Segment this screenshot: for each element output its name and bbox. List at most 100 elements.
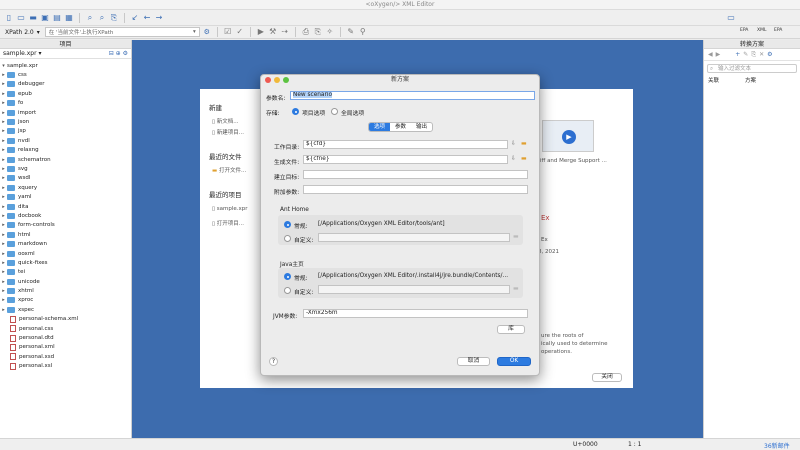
spell-check-icon[interactable]: ✓ <box>235 27 245 37</box>
tree-folder[interactable]: ▸ nvdl <box>0 136 131 145</box>
store-project-radio[interactable] <box>292 108 299 115</box>
column-scenario[interactable]: 方案 <box>745 76 756 84</box>
ant-default-radio[interactable] <box>284 221 291 228</box>
profile-icon[interactable]: ⎘ <box>313 27 323 37</box>
tree-folder[interactable]: ▸ dita <box>0 202 131 211</box>
perspective-debug[interactable]: EPA <box>774 28 782 33</box>
tree-folder[interactable]: ▸ fo <box>0 99 131 108</box>
replace-icon[interactable]: ⎘ <box>109 13 119 23</box>
run-transform-icon[interactable]: ▶ <box>256 27 266 37</box>
tree-folder[interactable]: ▸ schematron <box>0 155 131 164</box>
tree-folder[interactable]: ▸ svg <box>0 164 131 173</box>
store-global-radio[interactable] <box>331 108 338 115</box>
tree-folder[interactable]: ▸ import <box>0 108 131 117</box>
open-folder-icon[interactable]: ▬ <box>28 13 38 23</box>
java-custom-input[interactable] <box>318 285 510 294</box>
buildfile-input[interactable]: ${cfne} <box>303 155 508 164</box>
duplicate-icon[interactable]: ⎘ <box>751 51 756 59</box>
ok-button[interactable]: OK <box>497 357 531 366</box>
tree-root[interactable]: ▾ sample.xpr <box>0 61 131 70</box>
tree-folder[interactable]: ▸ xproc <box>0 296 131 305</box>
browse-folder-icon[interactable]: ▬ <box>521 155 527 162</box>
jvm-args-input[interactable]: -Xmx256m <box>303 309 528 318</box>
java-custom-radio[interactable] <box>284 287 291 294</box>
save-icon[interactable]: ▣ <box>40 13 50 23</box>
browse-folder-icon[interactable]: ▬ <box>513 285 519 292</box>
pin-icon[interactable]: ⚲ <box>358 27 368 37</box>
cancel-button[interactable]: 取消 <box>457 357 490 366</box>
save-all-icon[interactable]: ▤ <box>52 13 62 23</box>
configure-transform-icon[interactable]: ⚒ <box>268 27 278 37</box>
ant-custom-radio[interactable] <box>284 235 291 242</box>
new-project-link[interactable]: ▯ 新建项目... <box>212 128 244 136</box>
debug-icon[interactable]: ⎙ <box>301 27 311 37</box>
edit-icon[interactable]: ✎ <box>346 27 356 37</box>
tree-folder[interactable]: ▸ xspec <box>0 305 131 314</box>
close-window-icon[interactable] <box>265 77 271 83</box>
browse-folder-icon[interactable]: ▬ <box>513 233 519 240</box>
insert-variable-icon[interactable]: ⇩ <box>511 140 516 147</box>
help-icon[interactable]: ? <box>269 357 278 366</box>
perspective-editor[interactable]: EPA <box>740 28 748 33</box>
perspective-xml[interactable]: XML <box>757 28 766 33</box>
tree-folder[interactable]: ▸ epub <box>0 89 131 98</box>
column-association[interactable]: 关联 <box>708 76 719 84</box>
tree-folder[interactable]: ▸ quick-fixes <box>0 258 131 267</box>
tree-folder[interactable]: ▸ xhtml <box>0 286 131 295</box>
tree-file[interactable]: personal.dtd <box>0 333 131 342</box>
name-input[interactable]: New scenario <box>290 91 535 100</box>
target-input[interactable] <box>303 170 528 179</box>
library-button[interactable]: 库 <box>497 325 525 334</box>
project-file-selector[interactable]: sample.xpr ▾ ⊟ ⊕ ⚙ <box>0 49 131 59</box>
settings-icon[interactable]: ⚙ <box>767 51 772 58</box>
tree-folder[interactable]: ▸ tei <box>0 268 131 277</box>
layout-icon[interactable]: ▭ <box>726 13 736 23</box>
xpath-input[interactable]: 在 '当前文件'上执行XPath ▾ <box>44 27 200 37</box>
insert-variable-icon[interactable]: ⇩ <box>511 155 516 162</box>
new-file-icon[interactable]: ▯ <box>4 13 14 23</box>
minimize-window-icon[interactable] <box>274 77 280 83</box>
tree-folder[interactable]: ▸ yaml <box>0 192 131 201</box>
tools-icon[interactable]: ✧ <box>325 27 335 37</box>
print-icon[interactable]: ▦ <box>64 13 74 23</box>
project-actions-icon[interactable]: ⊟ ⊕ ⚙ <box>109 50 128 57</box>
tab-parameters[interactable]: 参数 <box>390 123 411 131</box>
updates-indicator[interactable]: 36新邮件 <box>764 441 790 450</box>
tree-folder[interactable]: ▸ html <box>0 230 131 239</box>
xpath-settings-icon[interactable]: ⚙ <box>202 27 212 37</box>
tree-file[interactable]: personal.xsl <box>0 362 131 371</box>
video-thumbnail[interactable]: ▶ <box>542 120 594 152</box>
tab-options[interactable]: 选项 <box>369 123 391 131</box>
forward-icon[interactable]: ▶ <box>716 51 721 58</box>
tree-folder[interactable]: ▸ json <box>0 117 131 126</box>
tree-file[interactable]: personal.css <box>0 324 131 333</box>
tree-file[interactable]: personal-schema.xml <box>0 315 131 324</box>
tree-folder[interactable]: ▸ debugger <box>0 80 131 89</box>
tree-folder[interactable]: ▸ markdown <box>0 239 131 248</box>
delete-icon[interactable]: ✕ <box>759 51 764 58</box>
filter-input[interactable]: ⌕ 输入过滤文本 <box>707 64 797 73</box>
maximize-window-icon[interactable] <box>283 77 289 83</box>
edit-icon[interactable]: ✎ <box>743 51 748 58</box>
tree-folder[interactable]: ▸ docbook <box>0 211 131 220</box>
tree-folder[interactable]: ▸ css <box>0 70 131 79</box>
xpath-version-select[interactable]: XPath 2.0 ▾ <box>2 27 43 37</box>
apply-scenario-icon[interactable]: ⇢ <box>280 27 290 37</box>
back-icon[interactable]: ◀ <box>708 51 713 58</box>
tree-file[interactable]: personal.xsd <box>0 352 131 361</box>
tab-output[interactable]: 输出 <box>411 123 432 131</box>
browse-folder-icon[interactable]: ▬ <box>521 140 527 147</box>
tree-folder[interactable]: ▸ form-controls <box>0 221 131 230</box>
collapse-icon[interactable]: ↙ <box>130 13 140 23</box>
tree-folder[interactable]: ▸ unicode <box>0 277 131 286</box>
new-folder-icon[interactable]: ▭ <box>16 13 26 23</box>
new-document-link[interactable]: ▯ 新文档... <box>212 117 239 125</box>
tree-file[interactable]: personal.xml <box>0 343 131 352</box>
tree-folder[interactable]: ▸ relaxng <box>0 146 131 155</box>
recent-project-link[interactable]: ▯ sample.xpr <box>212 206 248 212</box>
forward-icon[interactable]: → <box>154 13 164 23</box>
add-icon[interactable]: + <box>735 51 740 58</box>
validate-icon[interactable]: ☑ <box>223 27 233 37</box>
extra-args-input[interactable] <box>303 185 528 194</box>
workdir-input[interactable]: ${cfd} <box>303 140 508 149</box>
